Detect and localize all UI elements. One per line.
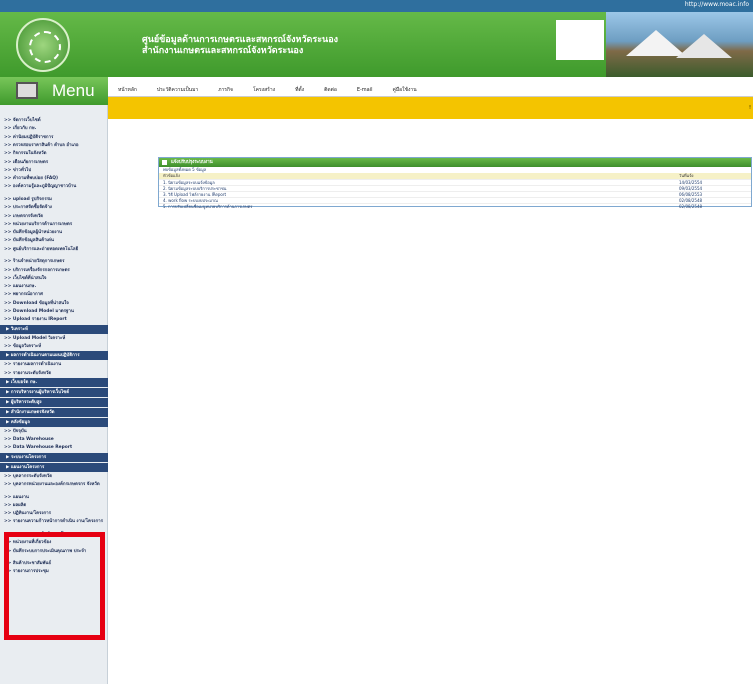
top-navigation: หน้าหลัก ประวัติความเป็นมา ภารกิจ โครงสร้าง…	[108, 84, 753, 97]
sidebar-section-header[interactable]: ▶ ระบบงานโครงการ	[0, 452, 108, 462]
sidebar-item[interactable]: >> บุคลากรระดับจังหวัด	[4, 474, 52, 479]
sidebar-section-header[interactable]: ▶ ผลการดำเนินงานตามแผนปฏิบัติการ	[0, 351, 108, 361]
site-title-line1: ศูนย์ข้อมูลด้านการเกษตรและสหกรณ์จังหวัดร…	[142, 35, 338, 45]
panel-icon	[162, 160, 167, 165]
sidebar-item[interactable]: >> คำถามที่พบบ่อย (FAQ)	[4, 176, 58, 181]
sidebar-item[interactable]: >> Data Warehouse	[4, 437, 54, 442]
sidebar-item[interactable]: >> Upload Model วิเคราะห์	[4, 336, 65, 341]
sidebar-item[interactable]: >> บุคลากรหน่วยงานและองค์กรเกษตรกร จังหว…	[4, 482, 100, 487]
notice-rows: 1. นิยามข้อมูลระบบแจ้งข้อมูล 14/03/2554 2.…	[159, 179, 751, 209]
sidebar-item[interactable]: >> บันทึกข้อมูลสินค้าเด่น	[4, 238, 54, 243]
yellow-bar: !	[108, 97, 753, 119]
nav-item[interactable]: โครงสร้าง	[243, 86, 285, 94]
sidebar-item[interactable]: >> Upload รายงาน IReport	[4, 317, 67, 322]
sidebar-item[interactable]: >> Download Model มาตรฐาน	[4, 309, 74, 314]
sidebar-item[interactable]: >> รายงานระดับจังหวัด	[4, 371, 51, 376]
page: http://www.moac.info ศูนย์ข้อมูลด้านการเ…	[0, 0, 753, 684]
sidebar-section-header[interactable]: ▶ การบริหารงานผู้บริหารเว็บไซต์	[0, 387, 108, 397]
monitor-icon	[16, 82, 38, 99]
menu-label: Menu	[52, 81, 95, 100]
sidebar-section-header[interactable]: ▶ คลังข้อมูล	[0, 417, 108, 427]
sidebar-item[interactable]: >> ข่าวทั่วไป	[4, 168, 31, 173]
sidebar-item[interactable]: >> Data Warehouse Report	[4, 445, 72, 450]
nav-item[interactable]: ภารกิจ	[208, 86, 243, 94]
nav-item[interactable]: ติดต่อ	[314, 86, 347, 94]
sidebar-section-header[interactable]: ▶ สำนักงานเกษตรจังหวัด	[0, 407, 108, 417]
nav-item[interactable]: E-mail	[347, 87, 383, 93]
sidebar-item[interactable]: >> จัดการเว็บไซต์	[4, 118, 41, 123]
sidebar-item[interactable]: >> Download ข้อมูลที่น่าสนใจ	[4, 301, 69, 306]
sidebar-item[interactable]: >> เว็บไซต์ที่น่าสนใจ	[4, 276, 46, 281]
table-row[interactable]: 5. การปรับเปลี่ยนชื่อเมนูหน่วยบริการด้าน…	[159, 203, 751, 209]
nav-item[interactable]: คู่มือใช้งาน	[383, 86, 427, 94]
notice-panel: แจ้งปรับปรุงระบบงาน พบข้อมูลทั้งหมด 5 ข้…	[158, 157, 752, 209]
ministry-logo	[16, 18, 70, 72]
sidebar-section-header[interactable]: ▶ แผนงานโครงการ	[0, 462, 108, 472]
url-text: http://www.moac.info	[684, 1, 749, 8]
sidebar-item[interactable]: >> แผนงานกษ.	[4, 284, 36, 289]
header-spacer	[556, 20, 604, 60]
panel-header: แจ้งปรับปรุงระบบงาน	[159, 158, 751, 167]
sidebar-item[interactable]: >> ค่านิยมปฏิบัติราชการ	[4, 135, 53, 140]
nav-item[interactable]: หน้าหลัก	[108, 86, 147, 94]
sidebar-item[interactable]: >> รายงานผลการดำเนินงาน	[4, 362, 61, 367]
sidebar-section-header[interactable]: ▶ ผู้บริหารระดับสูง	[0, 397, 108, 407]
sidebar-item[interactable]: >> ตรวจสอบราคาสินค้า ตำบล อำเภอ	[4, 143, 79, 148]
sidebar-section-header[interactable]: ▶ เว็บบอร์ด กษ.	[0, 377, 108, 387]
sidebar-item[interactable]: >> เกษตรกรจังหวัด	[4, 214, 43, 219]
nav-item[interactable]: ที่ตั้ง	[285, 86, 314, 94]
sidebar-item[interactable]: >> ศูนย์บริการและถ่ายทอดเทคโนโลยี	[4, 247, 78, 252]
sidebar-item[interactable]: >> ปัจจุบัน	[4, 429, 27, 434]
nav-item[interactable]: ประวัติความเป็นมา	[147, 86, 208, 94]
top-strip: http://www.moac.info	[0, 0, 753, 12]
sidebar-item[interactable]: >> พยากรณ์อากาศ	[4, 292, 43, 297]
row-date: 02/08/2548	[679, 204, 703, 209]
sidebar-item[interactable]: >> เกี่ยวกับ กษ.	[4, 126, 36, 131]
sidebar-item[interactable]: >> แผนงาน	[4, 495, 29, 500]
row-title[interactable]: 5. การปรับเปลี่ยนชื่อเมนูหน่วยบริการด้าน…	[163, 204, 252, 210]
sidebar-item[interactable]: >> กิจกรรมในจังหวัด	[4, 151, 46, 156]
site-header: http://www.moac.info ศูนย์ข้อมูลด้านการเ…	[0, 0, 753, 77]
sidebar-item[interactable]: >> upload รูปกิจกรรม	[4, 197, 52, 202]
sidebar-item[interactable]: >> เตือนภัยการเกษตร	[4, 160, 48, 165]
sidebar-item[interactable]: >> หน่วยงานบริการด้านการเกษตร	[4, 222, 72, 227]
sidebar-item[interactable]: >> รายงานความก้าวหน้าการดำเนิน งาน/โครงก…	[4, 519, 103, 524]
highlight-box	[4, 532, 105, 640]
sidebar-item[interactable]: >> ประกาศจัดซื้อจัดจ้าง	[4, 205, 52, 210]
sidebar-item[interactable]: >> ปฏิทินงาน/โครงการ	[4, 511, 51, 516]
panel-title: แจ้งปรับปรุงระบบงาน	[171, 160, 213, 165]
sidebar-item[interactable]: >> ข้อมูลวิเคราะห์	[4, 344, 41, 349]
menu-header: Menu	[0, 77, 108, 105]
sidebar-item[interactable]: >> ผลผลิต	[4, 503, 26, 508]
sidebar-item[interactable]: >> บันทึกข้อมูลผู้นำหน่วยงาน	[4, 230, 62, 235]
sidebar-item[interactable]: >> ร้านจำหน่ายวัสดุการเกษตร	[4, 259, 64, 264]
site-title-line2: สำนักงานเกษตรและสหกรณ์จังหวัดระนอง	[142, 46, 304, 56]
sidebar-section-header[interactable]: ▶ วิเคราะห์	[0, 324, 108, 334]
sidebar-item[interactable]: >> บริการเครื่องจักรกลการเกษตร	[4, 268, 70, 273]
header-landscape-image	[606, 12, 753, 77]
sidebar-item[interactable]: >> องค์ความรู้และภูมิปัญญาชาวบ้าน	[4, 184, 76, 189]
site-title: ศูนย์ข้อมูลด้านการเกษตรและสหกรณ์จังหวัดร…	[142, 35, 338, 57]
